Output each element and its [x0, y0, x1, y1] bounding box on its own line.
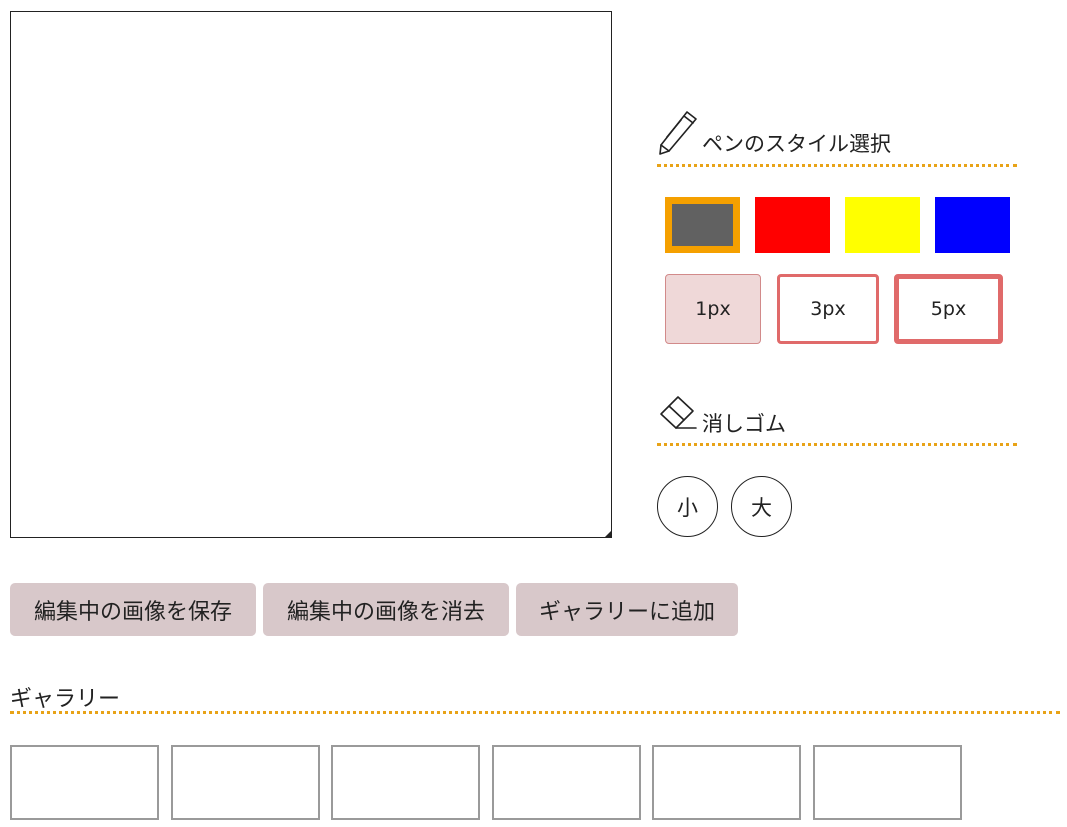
color-swatch-gray[interactable] [665, 197, 740, 253]
canvas-resize-handle[interactable] [605, 531, 611, 537]
eraser-title: 消しゴム [702, 412, 786, 436]
pencil-icon [659, 111, 697, 155]
gallery-thumbnail[interactable] [171, 745, 320, 820]
pen-size-1px-button[interactable]: 1px [665, 274, 761, 344]
save-image-button[interactable]: 編集中の画像を保存 [10, 583, 256, 636]
gallery-thumbnail[interactable] [331, 745, 480, 820]
clear-image-button[interactable]: 編集中の画像を消去 [263, 583, 509, 636]
pen-style-header: ペンのスタイル選択 [657, 107, 1017, 167]
gallery-thumbnail[interactable] [813, 745, 962, 820]
gallery-header: ギャラリー [10, 678, 1060, 714]
color-swatch-blue[interactable] [935, 197, 1010, 253]
drawing-app: ペンのスタイル選択 1px 3px 5px 消しゴム 小 大 編集中の画像を保存… [0, 0, 1067, 827]
eraser-small-button[interactable]: 小 [657, 476, 718, 537]
gallery-thumbnail[interactable] [652, 745, 801, 820]
pen-size-3px-button[interactable]: 3px [777, 274, 879, 344]
pen-style-title: ペンのスタイル選択 [702, 132, 891, 156]
color-swatch-yellow[interactable] [845, 197, 920, 253]
eraser-header: 消しゴム [657, 392, 1017, 446]
pen-size-5px-button[interactable]: 5px [894, 274, 1003, 344]
gallery-title: ギャラリー [10, 687, 121, 712]
gallery-thumbnail[interactable] [492, 745, 641, 820]
eraser-large-button[interactable]: 大 [731, 476, 792, 537]
add-to-gallery-button[interactable]: ギャラリーに追加 [516, 583, 738, 636]
eraser-icon [660, 396, 697, 429]
color-swatch-red[interactable] [755, 197, 830, 253]
drawing-canvas[interactable] [10, 11, 612, 538]
gallery-thumbnail[interactable] [10, 745, 159, 820]
